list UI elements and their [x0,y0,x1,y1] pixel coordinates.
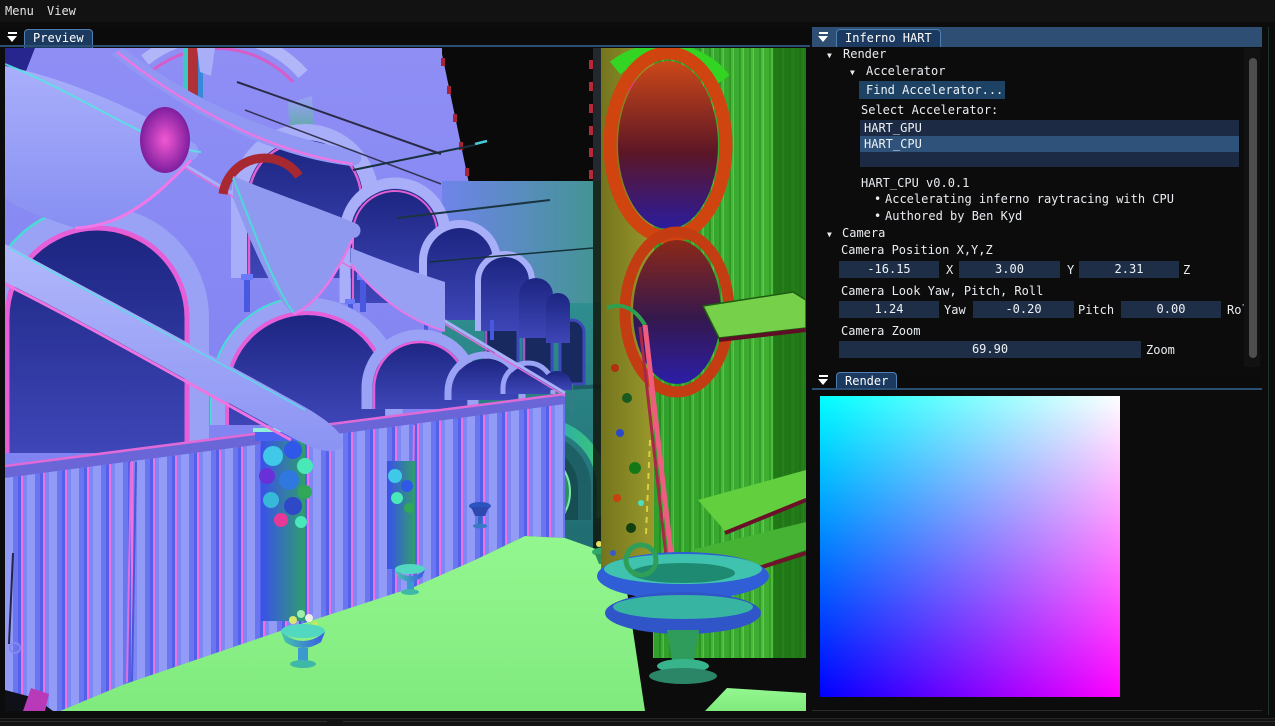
bottom-bar [0,718,1275,726]
collapse-panel-icon[interactable] [7,32,18,43]
select-accelerator-label: Select Accelerator: [861,103,998,117]
camera-pos-x-field[interactable]: -16.15 [839,261,939,278]
bullet-icon: • [874,209,881,223]
render-output-image [820,396,1120,697]
bullet-icon: • [874,192,881,206]
inspector-content: ▼ Render ▼ Accelerator Find Accelerator.… [812,47,1262,367]
camera-position-label: Camera Position X,Y,Z [841,243,993,257]
list-item-hart-gpu[interactable]: HART_GPU [860,120,1239,136]
tree-node-accelerator[interactable]: Accelerator [866,64,945,78]
camera-pos-y-field[interactable]: 3.00 [959,261,1060,278]
tree-expander-icon[interactable]: ▼ [850,68,855,77]
tree-node-camera[interactable]: Camera [842,226,885,240]
menu-item-menu[interactable]: Menu [5,4,34,18]
camera-yaw-field[interactable]: 1.24 [839,301,939,318]
scrollbar-track[interactable] [1244,48,1260,367]
panel-border [812,710,1262,711]
roll-label: Roll [1227,303,1245,317]
zoom-label: Zoom [1146,343,1175,357]
window-edge [1268,27,1269,715]
camera-pos-z-field[interactable]: 2.31 [1079,261,1179,278]
yaw-label: Yaw [944,303,966,317]
find-accelerator-button[interactable]: Find Accelerator... [859,81,1005,99]
strip-underline [0,45,810,47]
panel-border [343,721,1275,722]
accelerator-info-line: Authored by Ben Kyd [885,209,1022,223]
x-axis-label: X [946,263,953,277]
accelerator-info-title: HART_CPU v0.0.1 [861,176,969,190]
accelerator-list: HART_GPU HART_CPU [860,120,1239,167]
app-window: Menu View Preview [0,0,1275,726]
list-item-hart-cpu[interactable]: HART_CPU [860,136,1239,152]
camera-zoom-field[interactable]: 69.90 [839,341,1141,358]
tree-node-render[interactable]: Render [843,47,886,61]
render-tab-strip: Render [812,370,1262,390]
panel-border [0,721,327,722]
collapse-panel-icon[interactable] [818,32,829,43]
tree-expander-icon[interactable]: ▼ [827,230,832,239]
menu-bar: Menu View [0,0,1275,22]
accelerator-info-line: Accelerating inferno raytracing with CPU [885,192,1174,206]
collapse-panel-icon[interactable] [818,375,829,386]
camera-zoom-label: Camera Zoom [841,324,920,338]
preview-tab-strip: Preview [0,27,810,47]
z-axis-label: Z [1183,263,1190,277]
preview-render-viewport[interactable] [5,48,806,711]
camera-pitch-field[interactable]: -0.20 [973,301,1074,318]
tab-inferno-hart[interactable]: Inferno HART [836,29,941,48]
tree-expander-icon[interactable]: ▼ [827,51,832,60]
inspector-tab-strip: Inferno HART [812,27,1262,47]
scrollbar-thumb[interactable] [1249,58,1257,358]
menu-item-view[interactable]: View [47,4,76,18]
camera-roll-field[interactable]: 0.00 [1121,301,1221,318]
y-axis-label: Y [1067,263,1074,277]
camera-look-label: Camera Look Yaw, Pitch, Roll [841,284,1043,298]
pitch-label: Pitch [1078,303,1114,317]
